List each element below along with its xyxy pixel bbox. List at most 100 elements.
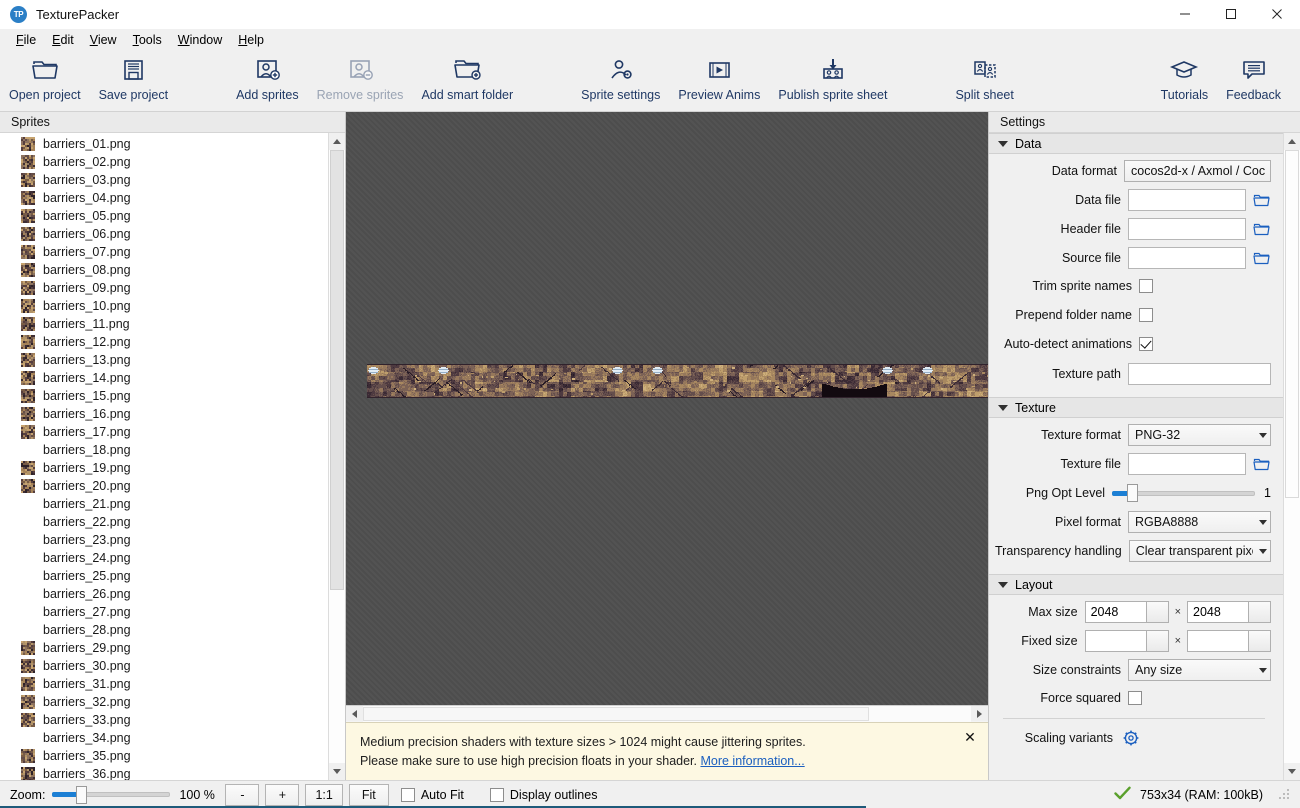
maximize-icon[interactable] <box>1208 0 1254 29</box>
list-item[interactable]: barriers_24.png <box>0 549 328 567</box>
list-item[interactable]: barriers_19.png <box>0 459 328 477</box>
list-item[interactable]: barriers_08.png <box>0 261 328 279</box>
display-outlines-control[interactable]: Display outlines <box>489 787 597 802</box>
section-header-layout[interactable]: Layout <box>989 574 1283 595</box>
warning-close-icon[interactable]: ✕ <box>962 729 978 745</box>
list-item[interactable]: barriers_16.png <box>0 405 328 423</box>
max-size-height-value[interactable]: 2048 <box>1187 601 1249 623</box>
texture-file-input[interactable] <box>1128 453 1246 475</box>
list-item[interactable]: barriers_26.png <box>0 585 328 603</box>
list-item[interactable]: barriers_13.png <box>0 351 328 369</box>
menu-view[interactable]: View <box>82 31 125 49</box>
source-file-browse-icon[interactable] <box>1251 247 1271 269</box>
settings-scroll-thumb[interactable] <box>1285 150 1299 498</box>
list-item[interactable]: barriers_10.png <box>0 297 328 315</box>
sprite-settings-button[interactable]: Sprite settings <box>572 53 669 102</box>
transparency-handling-select[interactable]: Clear transparent pixel <box>1128 540 1271 562</box>
png-opt-level-slider[interactable] <box>1112 482 1256 504</box>
data-file-browse-icon[interactable] <box>1251 189 1271 211</box>
auto-detect-animations-checkbox[interactable] <box>1139 337 1153 351</box>
settings-vertical-scrollbar[interactable] <box>1283 133 1300 780</box>
list-item[interactable]: barriers_35.png <box>0 747 328 765</box>
list-item[interactable]: barriers_06.png <box>0 225 328 243</box>
prepend-folder-name-checkbox[interactable] <box>1139 308 1153 322</box>
max-size-width-value[interactable]: 2048 <box>1084 601 1147 623</box>
data-file-input[interactable] <box>1128 189 1246 211</box>
list-item[interactable]: barriers_28.png <box>0 621 328 639</box>
preview-anims-button[interactable]: Preview Anims <box>669 53 769 102</box>
list-item[interactable]: barriers_05.png <box>0 207 328 225</box>
header-file-browse-icon[interactable] <box>1251 218 1271 240</box>
list-item[interactable]: barriers_01.png <box>0 135 328 153</box>
menu-edit[interactable]: Edit <box>44 31 82 49</box>
canvas-scroll-right-icon[interactable] <box>971 706 988 721</box>
zoom-out-button[interactable]: - <box>225 783 260 806</box>
sprites-scroll-up-icon[interactable] <box>329 133 345 150</box>
zoom-fit-button[interactable]: Fit <box>348 783 389 806</box>
list-item[interactable]: barriers_25.png <box>0 567 328 585</box>
canvas-hscroll-track[interactable] <box>363 706 971 722</box>
sprites-scroll-down-icon[interactable] <box>329 763 345 780</box>
texture-file-browse-icon[interactable] <box>1251 453 1271 475</box>
menu-file[interactable]: File <box>8 31 44 49</box>
list-item[interactable]: barriers_33.png <box>0 711 328 729</box>
zoom-slider-thumb[interactable] <box>75 785 87 804</box>
auto-fit-control[interactable]: Auto Fit <box>400 787 464 802</box>
settings-scroll-down-icon[interactable] <box>1284 763 1300 780</box>
list-item[interactable]: barriers_09.png <box>0 279 328 297</box>
list-item[interactable]: barriers_03.png <box>0 171 328 189</box>
list-item[interactable]: barriers_07.png <box>0 243 328 261</box>
list-item[interactable]: barriers_32.png <box>0 693 328 711</box>
canvas-horizontal-scrollbar[interactable] <box>346 705 988 722</box>
close-icon[interactable] <box>1254 0 1300 29</box>
fixed-size-width-value[interactable] <box>1084 630 1147 652</box>
list-item[interactable]: barriers_29.png <box>0 639 328 657</box>
list-item[interactable]: barriers_36.png <box>0 765 328 780</box>
add-smart-folder-button[interactable]: Add smart folder <box>412 53 522 102</box>
list-item[interactable]: barriers_15.png <box>0 387 328 405</box>
sprites-scroll-track[interactable] <box>329 150 345 763</box>
canvas-scroll-left-icon[interactable] <box>346 706 363 721</box>
list-item[interactable]: barriers_12.png <box>0 333 328 351</box>
list-item[interactable]: barriers_11.png <box>0 315 328 333</box>
remove-sprites-button[interactable]: Remove sprites <box>308 53 413 102</box>
sprites-scroll-thumb[interactable] <box>330 150 344 590</box>
more-information-link[interactable]: More information... <box>700 754 804 768</box>
section-header-texture[interactable]: Texture <box>989 397 1283 418</box>
scaling-variants-gear-icon[interactable] <box>1120 728 1142 748</box>
max-size-height-dropdown-icon[interactable] <box>1249 601 1271 623</box>
minimize-icon[interactable] <box>1162 0 1208 29</box>
source-file-input[interactable] <box>1128 247 1246 269</box>
list-item[interactable]: barriers_23.png <box>0 531 328 549</box>
fixed-size-height-dropdown-icon[interactable] <box>1249 630 1271 652</box>
list-item[interactable]: barriers_21.png <box>0 495 328 513</box>
list-item[interactable]: barriers_04.png <box>0 189 328 207</box>
open-project-button[interactable]: Open project <box>0 53 90 102</box>
zoom-one-to-one-button[interactable]: 1:1 <box>305 783 343 806</box>
canvas-hscroll-thumb[interactable] <box>363 707 869 721</box>
save-project-button[interactable]: Save project <box>90 53 177 102</box>
pixel-format-select[interactable]: RGBA8888 <box>1128 511 1271 533</box>
zoom-in-button[interactable]: + <box>265 783 300 806</box>
list-item[interactable]: barriers_17.png <box>0 423 328 441</box>
resize-grip-icon[interactable] <box>1278 788 1290 801</box>
settings-scroll-up-icon[interactable] <box>1284 133 1300 150</box>
menu-help[interactable]: Help <box>230 31 272 49</box>
list-item[interactable]: barriers_30.png <box>0 657 328 675</box>
list-item[interactable]: barriers_31.png <box>0 675 328 693</box>
list-item[interactable]: barriers_02.png <box>0 153 328 171</box>
list-item[interactable]: barriers_14.png <box>0 369 328 387</box>
fixed-size-width-dropdown-icon[interactable] <box>1146 630 1169 652</box>
display-outlines-checkbox[interactable] <box>489 787 504 802</box>
feedback-button[interactable]: Feedback <box>1217 53 1290 102</box>
publish-sprite-sheet-button[interactable]: Publish sprite sheet <box>769 53 896 102</box>
texture-format-select[interactable]: PNG-32 <box>1128 424 1271 446</box>
data-format-select[interactable]: cocos2d-x / Axmol / Coc <box>1124 160 1271 182</box>
header-file-input[interactable] <box>1128 218 1246 240</box>
list-item[interactable]: barriers_22.png <box>0 513 328 531</box>
size-constraints-select[interactable]: Any size <box>1128 659 1271 681</box>
force-squared-checkbox[interactable] <box>1128 691 1142 705</box>
max-size-width-dropdown-icon[interactable] <box>1146 601 1169 623</box>
png-opt-slider-thumb[interactable] <box>1127 484 1139 502</box>
settings-scroll-track[interactable] <box>1284 150 1300 763</box>
